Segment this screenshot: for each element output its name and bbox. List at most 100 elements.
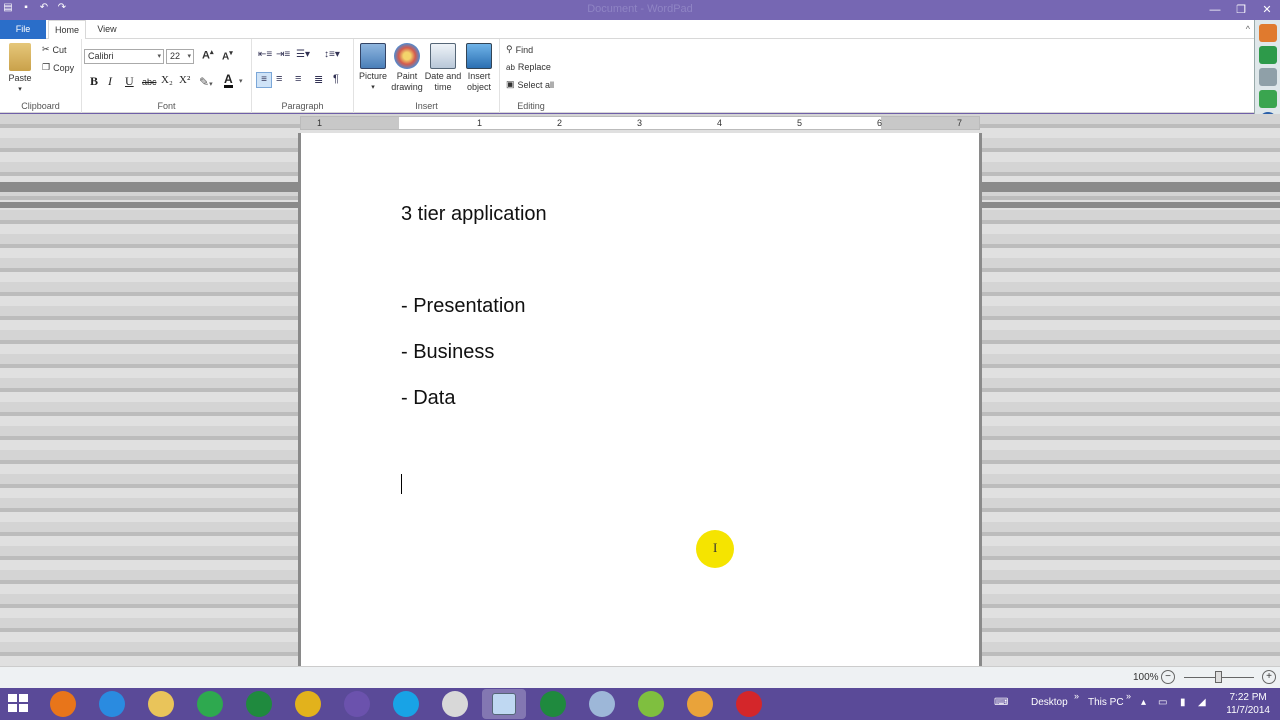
chevron-down-icon[interactable]: ▾ <box>239 77 243 85</box>
replace-button[interactable]: ab Replace <box>506 62 551 72</box>
taskbar-app-app-green-s-icon[interactable] <box>246 691 272 717</box>
zoom-slider-thumb[interactable] <box>1215 671 1222 683</box>
microphone-icon[interactable] <box>1258 46 1277 64</box>
zoom-in-button[interactable]: + <box>1262 670 1276 684</box>
line-spacing-icon[interactable]: ↕≡▾ <box>324 49 340 60</box>
document-heading[interactable]: 3 tier application <box>401 203 547 226</box>
taskbar-app-firefox-icon[interactable] <box>50 691 76 717</box>
taskbar-app-skype-icon[interactable] <box>393 691 419 717</box>
maximize-button[interactable]: ❐ <box>1228 0 1254 20</box>
document-line[interactable]: - Data <box>401 387 455 410</box>
taskbar-app-file-explorer-icon[interactable] <box>148 691 174 717</box>
text-caret <box>401 474 402 494</box>
strikethrough-button[interactable]: abc <box>142 77 157 87</box>
align-right-icon[interactable]: ≡ <box>295 73 301 85</box>
picture-label: Picture <box>358 71 387 81</box>
paste-button[interactable]: Paste ▾ <box>6 43 34 95</box>
chevron-icon[interactable]: » <box>1126 691 1131 720</box>
taskbar-app-wordpad-icon[interactable] <box>482 689 526 719</box>
taskbar-app-store-icon[interactable] <box>197 691 223 717</box>
paste-dropdown-icon[interactable]: ▾ <box>6 84 34 95</box>
taskbar-app-internet-explorer-icon[interactable] <box>99 691 125 717</box>
align-left-icon[interactable]: ≡ <box>256 72 272 88</box>
ruler[interactable]: 1 1 2 3 4 5 6 7 <box>300 116 980 130</box>
justify-icon[interactable]: ≣ <box>314 73 323 86</box>
windows-logo-icon <box>8 694 28 712</box>
taskbar-app-acrobat-icon[interactable] <box>736 691 762 717</box>
taskbar-app-app-chess-icon[interactable] <box>589 691 615 717</box>
screen-icon[interactable] <box>1258 90 1277 108</box>
increase-indent-icon[interactable]: ⇥≡ <box>276 49 290 60</box>
clipboard-group-label: Clipboard <box>21 101 60 111</box>
ruler-tick: 3 <box>637 118 643 128</box>
taskbar-app-app-flower-icon[interactable] <box>687 691 713 717</box>
subscript-button[interactable]: X₂ <box>161 74 173 86</box>
font-group: Calibri ▾ 22 ▾ A▴ A▾ B I U abc X₂ X² ✎▾ … <box>82 39 252 113</box>
clock-time: 7:22 PM <box>1229 692 1267 703</box>
picture-icon <box>360 43 386 69</box>
desktop-toolbar[interactable]: Desktop <box>1031 697 1068 720</box>
tab-home[interactable]: Home <box>48 20 86 40</box>
show-hidden-icons[interactable]: ▴ <box>1141 697 1146 720</box>
zoom-out-button[interactable]: − <box>1161 670 1175 684</box>
minimize-button[interactable]: — <box>1202 0 1228 20</box>
close-button[interactable]: ✕ <box>1254 0 1280 20</box>
document-page[interactable]: 3 tier application - Presentation - Busi… <box>298 133 982 673</box>
document-line[interactable]: - Business <box>401 341 494 364</box>
font-family-select[interactable]: Calibri ▾ <box>84 49 164 64</box>
insert-group-label: Insert <box>415 101 438 111</box>
cursor-highlight: I <box>696 530 734 568</box>
chevron-icon[interactable]: » <box>1074 691 1079 720</box>
grow-font-icon[interactable]: A▴ <box>202 48 213 62</box>
paragraph-group: ⇤≡ ⇥≡ ☰▾ ↕≡▾ ≡ ≡ ≡ ≣ ¶ Paragraph <box>252 39 354 113</box>
document-line[interactable]: - Presentation <box>401 295 526 318</box>
taskbar: ⌨ Desktop » This PC » ▴ ▭ ▮ ◢ 7:22 PM 11… <box>0 688 1280 720</box>
ribbon-collapse-icon[interactable]: ^ <box>1246 24 1250 34</box>
italic-button[interactable]: I <box>108 74 112 89</box>
find-button[interactable]: ⚲ Find <box>506 44 533 55</box>
tab-view[interactable]: View <box>90 20 124 40</box>
tab-file[interactable]: File <box>0 20 46 39</box>
taskbar-app-app-green-s-2-icon[interactable] <box>540 691 566 717</box>
taskbar-app-chrome-icon[interactable] <box>295 691 321 717</box>
chevron-down-icon: ▾ <box>187 53 191 60</box>
network-icon[interactable]: ◢ <box>1198 697 1206 720</box>
copy-button[interactable]: ❐ Copy <box>42 62 74 73</box>
decrease-indent-icon[interactable]: ⇤≡ <box>258 49 272 60</box>
tool-icon[interactable] <box>1258 24 1277 42</box>
cut-label: Cut <box>52 44 67 55</box>
highlight-icon[interactable]: ✎▾ <box>199 75 213 89</box>
taskbar-app-app-gears-icon[interactable] <box>442 691 468 717</box>
paint-label-2: drawing <box>391 82 423 92</box>
font-size-select[interactable]: 22 ▾ <box>166 49 194 64</box>
window-title: Document - WordPad <box>587 3 693 15</box>
font-color-icon[interactable]: A <box>224 73 233 88</box>
camera-icon[interactable] <box>1258 68 1277 86</box>
paragraph-dialog-icon[interactable]: ¶ <box>333 73 339 85</box>
scissors-icon: ✂ <box>42 44 50 54</box>
superscript-button[interactable]: X² <box>179 74 190 86</box>
taskbar-app-visual-studio-icon[interactable] <box>344 691 370 717</box>
start-button[interactable] <box>8 694 30 714</box>
keyboard-icon[interactable]: ⌨ <box>994 697 1008 720</box>
insert-object-button[interactable]: Insert object <box>462 43 496 93</box>
paint-drawing-button[interactable]: Paint drawing <box>390 43 424 93</box>
ruler-tick: 4 <box>717 118 723 128</box>
date-time-button[interactable]: Date and time <box>424 43 462 93</box>
thispc-toolbar[interactable]: This PC <box>1088 697 1124 720</box>
window-controls: — ❐ ✕ <box>1202 0 1280 20</box>
paint-label-1: Paint <box>396 71 418 81</box>
bold-button[interactable]: B <box>90 74 98 89</box>
align-center-icon[interactable]: ≡ <box>276 73 282 85</box>
battery-icon[interactable]: ▮ <box>1180 697 1186 720</box>
action-center-icon[interactable]: ▭ <box>1158 697 1167 720</box>
status-bar: 100% − + <box>0 666 1280 688</box>
select-all-button[interactable]: ▣ Select all <box>506 79 554 90</box>
taskbar-app-utorrent-icon[interactable] <box>638 691 664 717</box>
bullets-icon[interactable]: ☰▾ <box>296 49 310 60</box>
underline-button[interactable]: U <box>125 74 134 89</box>
picture-button[interactable]: Picture ▾ <box>357 43 389 93</box>
shrink-font-icon[interactable]: A▾ <box>222 49 233 62</box>
clock[interactable]: 7:22 PM 11/7/2014 <box>1226 691 1270 717</box>
cut-button[interactable]: ✂ Cut <box>42 44 67 55</box>
